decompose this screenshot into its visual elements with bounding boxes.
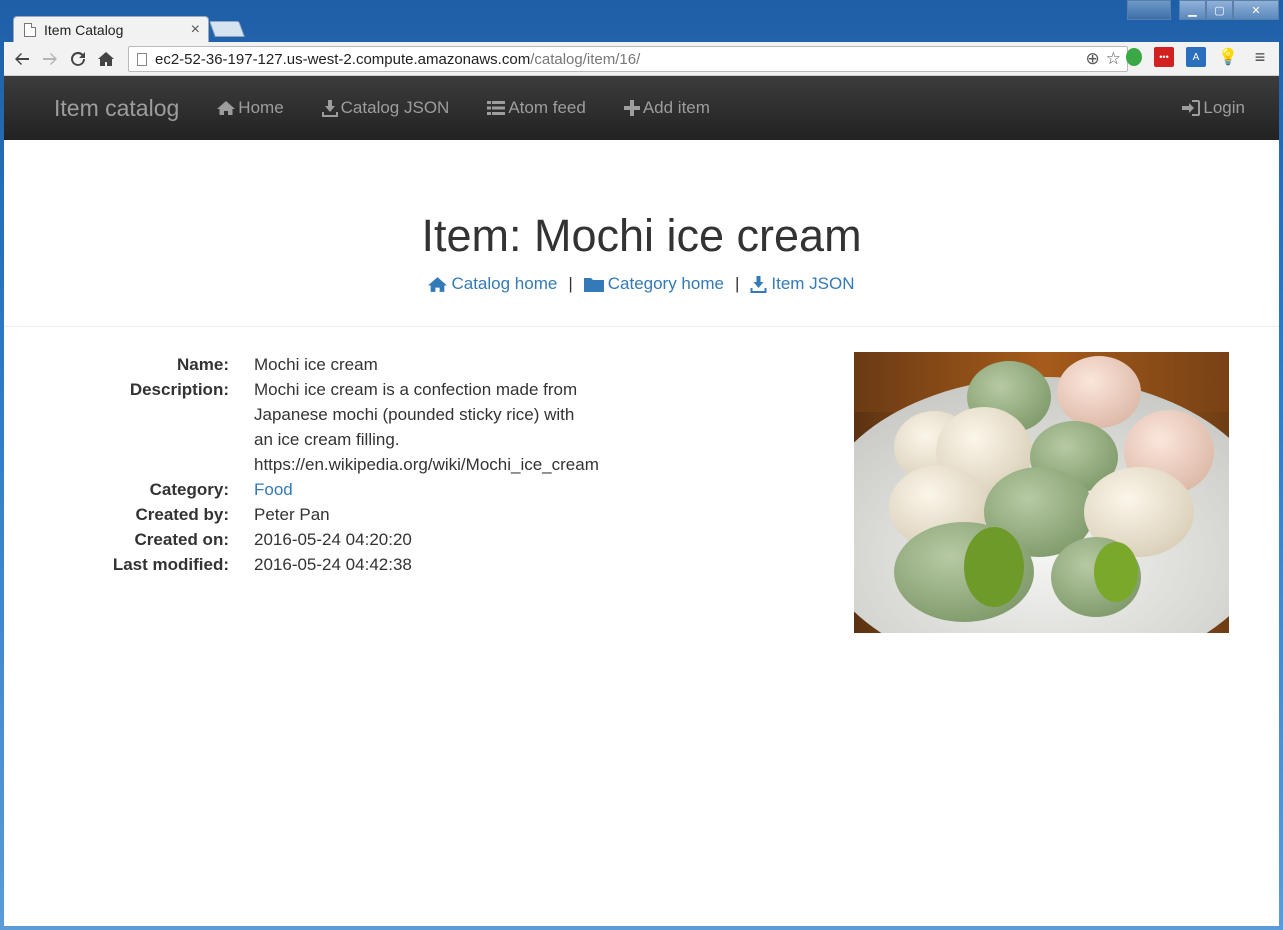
created-by-value: Peter Pan [254, 505, 330, 524]
page-icon [24, 22, 36, 37]
description-line: Japanese mochi (pounded sticky rice) wit… [254, 405, 575, 424]
category-link[interactable]: Food [254, 480, 293, 499]
name-row: Name: Mochi ice cream [4, 352, 704, 377]
print-extension-icon[interactable]: A [1186, 47, 1206, 67]
url-path: /catalog/item/16/ [530, 50, 641, 68]
created-by-row: Created by: Peter Pan [4, 502, 704, 527]
nav-login[interactable]: Login [1182, 98, 1245, 118]
created-on-label: Created on: [134, 530, 229, 549]
description-line: https://en.wikipedia.org/wiki/Mochi_ice_… [254, 455, 599, 474]
browser-window: Item Catalog × ▁ ▢ ✕ ec2-52-36-197-127.u… [0, 0, 1283, 930]
address-bar[interactable]: ec2-52-36-197-127.us-west-2.compute.amaz… [128, 46, 1128, 72]
description-row: Description: Mochi ice cream is a confec… [4, 377, 704, 477]
last-modified-value: 2016-05-24 04:42:38 [254, 555, 412, 574]
description-value: Mochi ice cream is a confection made fro… [254, 377, 634, 477]
download-icon [750, 275, 767, 293]
tab-title: Item Catalog [44, 21, 124, 38]
profile-button[interactable] [1127, 0, 1171, 20]
page-header: Item: Mochi ice cream Catalog home | Cat… [4, 140, 1279, 327]
home-icon [428, 276, 448, 292]
created-on-value: 2016-05-24 04:20:20 [254, 530, 412, 549]
nav-add-item-label: Add item [642, 98, 710, 117]
item-details: Name: Mochi ice cream Description: Mochi… [4, 327, 1279, 633]
maximize-button[interactable]: ▢ [1206, 0, 1233, 20]
nav-home-label: Home [238, 98, 284, 117]
lightbulb-extension-icon[interactable]: 💡 [1218, 47, 1238, 67]
browser-tab[interactable]: Item Catalog × [13, 16, 209, 42]
download-icon [321, 99, 338, 117]
nav-atom-feed[interactable]: Atom feed [487, 98, 586, 118]
name-label: Name: [177, 355, 229, 374]
category-home-label: Category home [607, 274, 724, 293]
nav-home[interactable]: Home [217, 98, 284, 118]
nav-atom-feed-label: Atom feed [508, 98, 586, 117]
title-bar: Item Catalog × ▁ ▢ ✕ [0, 0, 1283, 42]
description-label: Description: [129, 380, 229, 399]
reload-button[interactable] [64, 45, 92, 73]
forward-arrow-icon [43, 52, 57, 65]
window-controls: ▁ ▢ ✕ [1127, 0, 1279, 20]
breadcrumb: Catalog home | Category home | Item JSON [4, 274, 1279, 294]
description-line: Mochi ice cream is a confection made fro… [254, 380, 578, 399]
extensions: ••• A 💡 ≡ [1126, 47, 1270, 67]
lastpass-extension-icon[interactable]: ••• [1154, 47, 1174, 67]
home-button[interactable] [92, 45, 120, 73]
category-label: Category: [149, 480, 229, 499]
nav-add-item[interactable]: Add item [623, 98, 710, 118]
description-line: an ice cream filling. [254, 430, 400, 449]
bookmark-star-icon[interactable]: ☆ [1106, 49, 1121, 69]
zoom-icon[interactable]: ⊕ [1086, 49, 1100, 69]
last-modified-row: Last modified: 2016-05-24 04:42:38 [4, 552, 704, 577]
close-tab-icon[interactable]: × [191, 21, 200, 39]
category-row: Category: Food [4, 477, 704, 502]
list-icon [487, 101, 506, 115]
page-viewport: Item catalog Home Catalog JSON Atom feed… [4, 76, 1279, 926]
item-description-list: Name: Mochi ice cream Description: Mochi… [4, 352, 704, 577]
nav-catalog-json-label: Catalog JSON [340, 98, 450, 117]
close-window-button[interactable]: ✕ [1233, 0, 1279, 20]
nav-catalog-json[interactable]: Catalog JSON [321, 98, 450, 118]
back-arrow-icon [15, 52, 29, 65]
menu-icon[interactable]: ≡ [1250, 47, 1270, 67]
page-info-icon[interactable] [137, 52, 147, 66]
back-button[interactable] [8, 45, 36, 73]
catalog-home-label: Catalog home [451, 274, 558, 293]
new-tab-button[interactable] [209, 21, 245, 37]
nav-login-label: Login [1203, 98, 1245, 117]
site-navbar: Item catalog Home Catalog JSON Atom feed… [4, 76, 1279, 140]
last-modified-label: Last modified: [112, 555, 229, 574]
item-json-link[interactable]: Item JSON [750, 274, 855, 294]
plus-icon [623, 100, 640, 116]
catalog-home-link[interactable]: Catalog home [428, 274, 557, 294]
category-home-link[interactable]: Category home [583, 274, 724, 294]
separator: | [734, 274, 740, 293]
item-photo [854, 352, 1229, 633]
item-json-label: Item JSON [771, 274, 855, 293]
evernote-extension-icon[interactable] [1126, 48, 1142, 66]
home-icon [217, 101, 236, 115]
forward-button[interactable] [36, 45, 64, 73]
folder-icon [583, 278, 604, 292]
created-by-label: Created by: [135, 505, 229, 524]
browser-toolbar: ec2-52-36-197-127.us-west-2.compute.amaz… [4, 42, 1279, 76]
created-on-row: Created on: 2016-05-24 04:20:20 [4, 527, 704, 552]
home-icon [98, 51, 114, 66]
minimize-button[interactable]: ▁ [1179, 0, 1206, 20]
brand-link[interactable]: Item catalog [54, 95, 179, 122]
separator: | [568, 274, 573, 293]
reload-icon [71, 51, 85, 66]
page-title: Item: Mochi ice cream [421, 210, 862, 261]
name-value: Mochi ice cream [254, 355, 378, 374]
url-host: ec2-52-36-197-127.us-west-2.compute.amaz… [155, 50, 531, 68]
login-icon [1182, 100, 1201, 116]
